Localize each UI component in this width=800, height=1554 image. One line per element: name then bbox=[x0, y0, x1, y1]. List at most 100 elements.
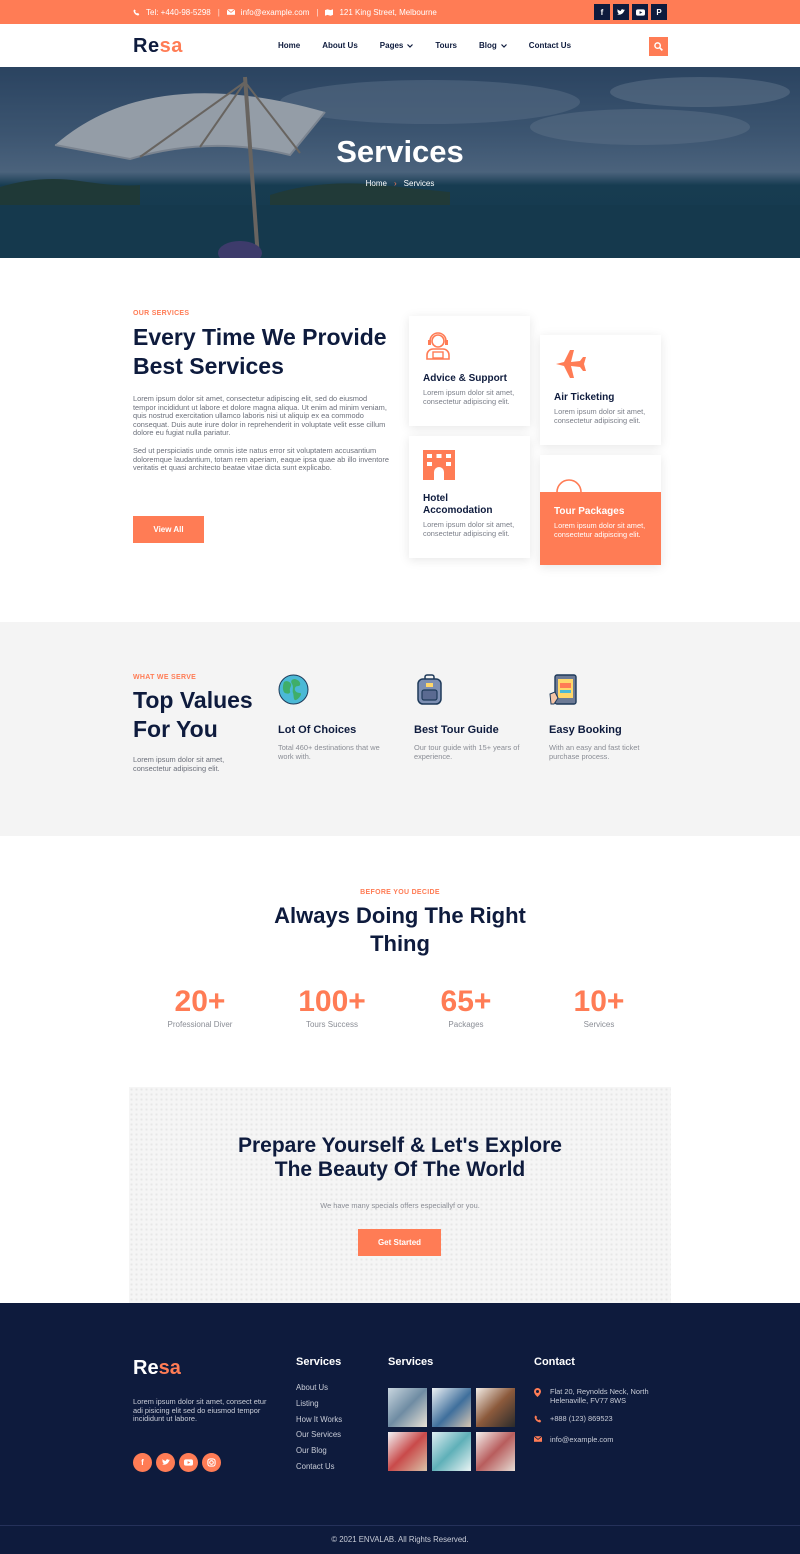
nav-label: Contact Us bbox=[528, 41, 572, 50]
envelope-icon bbox=[533, 1435, 543, 1445]
nav-about[interactable]: About Us bbox=[322, 41, 358, 50]
service-card-air-ticketing[interactable]: Air Ticketing Lorem ipsum dolor sit amet… bbox=[540, 335, 661, 445]
email-text: info@example.com bbox=[550, 1434, 614, 1444]
phone-info[interactable]: Tel: +440-98-5298 bbox=[133, 8, 211, 17]
instagram-icon[interactable] bbox=[202, 1453, 221, 1472]
footer-link[interactable]: Contact Us bbox=[296, 1462, 342, 1478]
value-title: Lot Of Choices bbox=[278, 724, 357, 736]
nav-tours[interactable]: Tours bbox=[435, 41, 457, 50]
footer-email[interactable]: info@example.com bbox=[533, 1434, 674, 1445]
footer-links: About Us Listing How It Works Our Servic… bbox=[296, 1383, 342, 1478]
facebook-icon[interactable]: f bbox=[133, 1453, 152, 1472]
site-header: Resa Home About Us Pages Tours Blog Cont… bbox=[0, 24, 800, 67]
nav-blog[interactable]: Blog bbox=[479, 41, 507, 50]
nav-label: Tours bbox=[435, 41, 458, 50]
footer-address: Flat 20, Reynolds Neck, North Helenavill… bbox=[534, 1387, 674, 1405]
phone-text: +888 (123) 869523 bbox=[550, 1414, 613, 1424]
breadcrumb-home[interactable]: Home bbox=[366, 179, 387, 188]
stat-label: Tours Success bbox=[305, 1020, 359, 1029]
nav-label: About Us bbox=[322, 41, 358, 50]
card-description: Lorem ipsum dolor sit amet, consectetur … bbox=[554, 407, 646, 425]
gallery-thumbnail[interactable] bbox=[388, 1388, 427, 1427]
youtube-icon[interactable] bbox=[632, 4, 648, 20]
stat-number: 10+ bbox=[573, 985, 625, 1018]
stat-item: 10+ Services bbox=[532, 985, 666, 1029]
stats-title: Always Doing The Right Thing bbox=[0, 902, 800, 958]
cta-subtitle: We have many specials offers especiallyf… bbox=[320, 1201, 480, 1210]
values-title: Top Values For You bbox=[133, 687, 253, 742]
service-card-tour-packages[interactable]: Tour Packages Lorem ipsum dolor sit amet… bbox=[540, 455, 661, 565]
value-item-booking: Easy Booking With an easy and fast ticke… bbox=[549, 674, 664, 761]
values-description: Lorem ipsum dolor sit amet, consectetur … bbox=[133, 755, 225, 773]
gallery-thumbnail[interactable] bbox=[476, 1432, 515, 1471]
footer-link[interactable]: Our Services bbox=[296, 1430, 342, 1446]
search-button[interactable] bbox=[649, 37, 668, 56]
footer-divider bbox=[0, 1525, 800, 1526]
footer-contact-heading: Contact bbox=[534, 1356, 575, 1368]
gallery-thumbnail[interactable] bbox=[432, 1388, 471, 1427]
email-info[interactable]: info@example.com bbox=[226, 8, 309, 17]
footer-logo[interactable]: Resa bbox=[133, 1357, 181, 1380]
values-intro: WHAT WE SERVE Top Values For You Lorem i… bbox=[133, 674, 263, 773]
gallery-thumbnail[interactable] bbox=[476, 1388, 515, 1427]
card-active-body: Tour Packages Lorem ipsum dolor sit amet… bbox=[540, 492, 661, 565]
twitter-icon[interactable] bbox=[613, 4, 629, 20]
phone-icon bbox=[534, 1415, 542, 1426]
search-icon bbox=[654, 42, 663, 51]
globe-icon bbox=[278, 674, 309, 705]
stat-item: 100+ Tours Success bbox=[265, 985, 399, 1029]
cta-banner: Prepare Yourself & Let's Explore The Bea… bbox=[129, 1087, 671, 1303]
address-text: Flat 20, Reynolds Neck, North Helenavill… bbox=[550, 1387, 649, 1405]
footer-gallery-heading: Services bbox=[388, 1356, 434, 1368]
globe-icon bbox=[556, 479, 582, 492]
chevron-down-icon bbox=[407, 43, 414, 48]
value-description: Total 460+ destinations that we work wit… bbox=[278, 743, 380, 761]
stat-number: 100+ bbox=[298, 985, 366, 1018]
logo-part-2: sa bbox=[158, 1357, 181, 1379]
cta-title-line-2: The Beauty Of The World bbox=[274, 1158, 526, 1181]
stat-label: Professional Diver bbox=[167, 1020, 233, 1029]
card-top bbox=[554, 455, 647, 492]
hotel-building-icon bbox=[423, 450, 455, 480]
stat-number: 20+ bbox=[174, 985, 226, 1018]
airplane-icon bbox=[556, 350, 586, 378]
gallery-thumbnail[interactable] bbox=[388, 1432, 427, 1471]
values-section: WHAT WE SERVE Top Values For You Lorem i… bbox=[0, 622, 800, 836]
nav-pages[interactable]: Pages bbox=[380, 41, 414, 50]
divider: | bbox=[316, 7, 319, 17]
get-started-button[interactable]: Get Started bbox=[358, 1229, 441, 1256]
service-card-advice[interactable]: Advice & Support Lorem ipsum dolor sit a… bbox=[409, 316, 530, 426]
value-item-guide: Best Tour Guide Our tour guide with 15+ … bbox=[414, 674, 529, 761]
youtube-icon[interactable] bbox=[179, 1453, 198, 1472]
value-title: Best Tour Guide bbox=[414, 724, 499, 736]
gallery-thumbnail[interactable] bbox=[432, 1432, 471, 1471]
backpack-icon bbox=[417, 674, 442, 705]
card-description: Lorem ipsum dolor sit amet, consectetur … bbox=[423, 520, 515, 538]
footer-socials: f bbox=[133, 1453, 221, 1472]
view-all-button[interactable]: View All bbox=[133, 516, 204, 543]
copyright: © 2021 ENVALAB. All Rights Reserved. bbox=[331, 1535, 469, 1544]
services-title: Every Time We Provide Best Services bbox=[133, 324, 387, 379]
nav-contact[interactable]: Contact Us bbox=[529, 41, 571, 50]
footer-phone[interactable]: +888 (123) 869523 bbox=[534, 1415, 674, 1426]
logo[interactable]: Resa bbox=[133, 35, 183, 58]
twitter-icon[interactable] bbox=[156, 1453, 175, 1472]
card-description: Lorem ipsum dolor sit amet, consectetur … bbox=[554, 521, 646, 539]
footer-link[interactable]: Listing bbox=[296, 1399, 342, 1415]
card-title: Advice & Support bbox=[423, 373, 507, 384]
nav-label: Home bbox=[278, 41, 301, 50]
services-paragraph-1: Lorem ipsum dolor sit amet, consectetur … bbox=[133, 394, 387, 438]
footer-contact: Flat 20, Reynolds Neck, North Helenavill… bbox=[533, 1387, 674, 1454]
support-agent-icon bbox=[426, 332, 450, 360]
service-card-hotel[interactable]: Hotel Accomodation Lorem ipsum dolor sit… bbox=[409, 436, 530, 558]
pinterest-icon[interactable]: P bbox=[651, 4, 667, 20]
footer-link[interactable]: How It Works bbox=[296, 1415, 342, 1431]
chevron-right-icon: › bbox=[393, 179, 397, 188]
stat-item: 20+ Professional Diver bbox=[133, 985, 267, 1029]
footer-link[interactable]: About Us bbox=[296, 1383, 342, 1399]
stat-number: 65+ bbox=[440, 985, 492, 1018]
footer-link[interactable]: Our Blog bbox=[296, 1446, 342, 1462]
nav-home[interactable]: Home bbox=[278, 41, 300, 50]
phone-icon bbox=[133, 8, 140, 16]
facebook-icon[interactable]: f bbox=[594, 4, 610, 20]
